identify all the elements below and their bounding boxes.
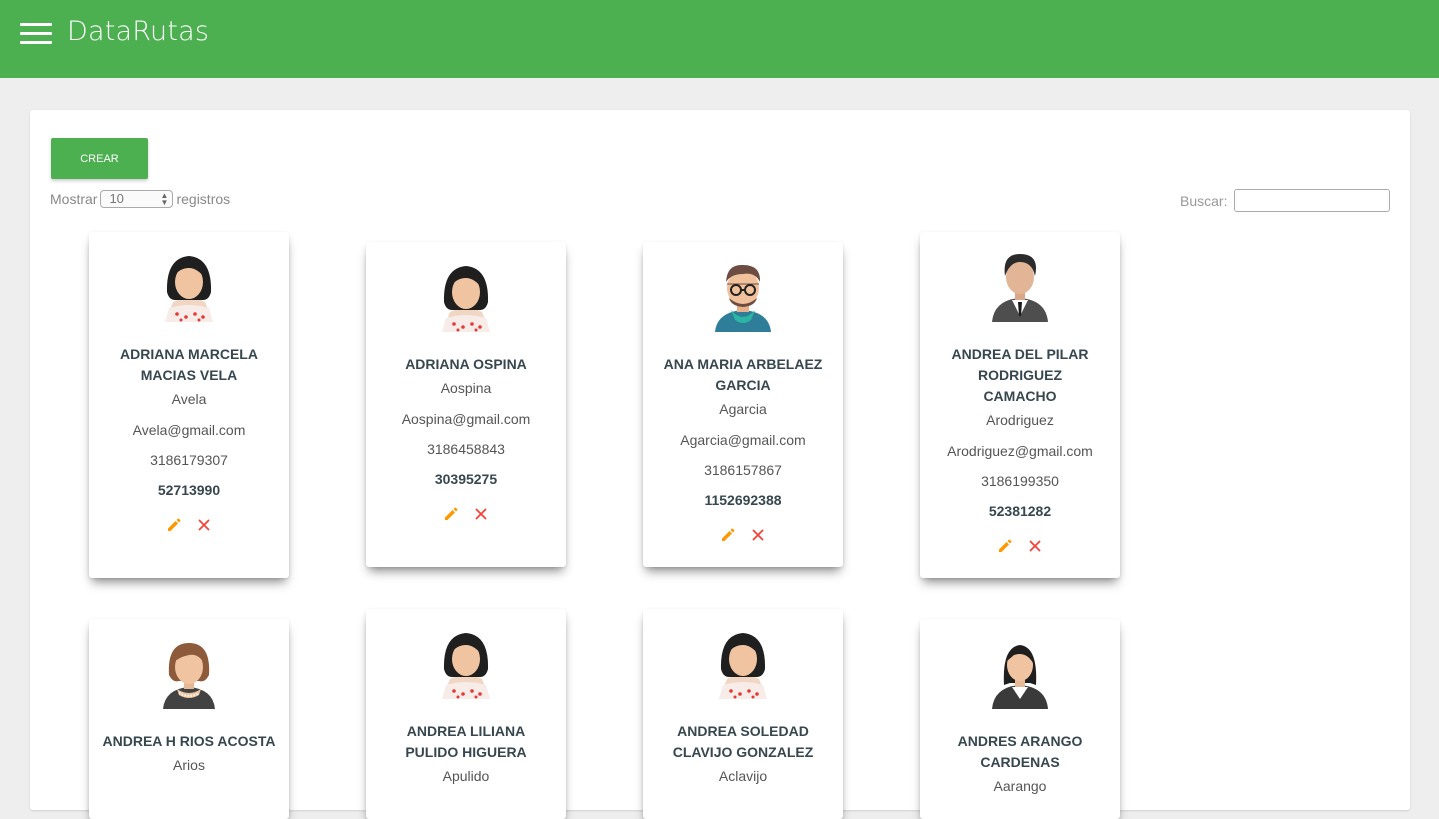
user-phone: 3186458843 [427,441,505,457]
delete-close-icon[interactable] [1027,538,1043,554]
delete-close-icon[interactable] [750,527,766,543]
woman-brown-hair-avatar-icon [153,637,225,709]
search-input[interactable] [1234,189,1391,212]
user-username: Aarango [993,778,1047,794]
page-length-control: Mostrar 10 ▲ ▼ registros [50,190,230,208]
user-card: ANDRES ARANGO CARDENAS Aarango [920,619,1120,819]
user-full-name: ANDREA DEL PILAR RODRIGUEZ CAMACHO [951,346,1089,404]
user-card: ANDREA H RIOS ACOSTA Arios [89,619,289,819]
user-email: Aospina@gmail.com [401,411,531,427]
spinner-arrows-icon: ▲ ▼ [160,191,169,207]
user-username: Avela [171,391,207,407]
user-card: ANDREA SOLEDAD CLAVIJO GONZALEZ Aclavijo [643,609,843,819]
user-full-name: ADRIANA MARCELA MACIAS VELA [120,346,258,383]
delete-close-icon[interactable] [196,517,212,533]
man-glasses-avatar-icon [707,260,779,332]
user-document-number: 52381282 [988,503,1052,519]
woman-avatar-icon [153,250,225,322]
search-label: Buscar: [1180,192,1228,209]
businesswoman-avatar-icon [984,637,1056,709]
user-card: ADRIANA MARCELA MACIAS VELA Avela Avela@… [89,232,289,578]
top-app-bar: DataRutas [0,0,1439,78]
woman-avatar-icon [430,260,502,332]
user-email: Arodriguez@gmail.com [947,443,1093,459]
user-card: ANA MARIA ARBELAEZ GARCIA Agarcia Agarci… [643,242,843,567]
user-full-name: ANDRES ARANGO CARDENAS [957,733,1083,770]
user-card: ANDREA DEL PILAR RODRIGUEZ CAMACHO Arodr… [920,232,1120,578]
user-card: ADRIANA OSPINA Aospina Aospina@gmail.com… [366,242,566,567]
user-phone: 3186157867 [704,462,782,478]
woman-avatar-icon [430,627,502,699]
user-full-name: ANA MARIA ARBELAEZ GARCIA [663,356,823,393]
edit-pencil-icon[interactable] [166,517,182,533]
length-prefix-label: Mostrar [50,191,98,207]
user-document-number: 52713990 [157,482,221,498]
edit-pencil-icon[interactable] [997,538,1013,554]
user-full-name: ANDREA H RIOS ACOSTA [102,733,276,749]
user-document-number: 1152692388 [704,492,782,508]
user-username: Aospina [440,380,492,396]
page-length-value: 10 [109,191,124,206]
user-username: Agarcia [719,401,767,417]
user-email: Avela@gmail.com [132,422,246,438]
create-button[interactable]: CREAR [51,138,148,179]
user-username: Arodriguez [986,412,1054,428]
search-control: Buscar: [1180,189,1391,212]
user-email: Agarcia@gmail.com [680,432,806,448]
page-length-select[interactable]: 10 ▲ ▼ [100,190,174,208]
delete-close-icon[interactable] [473,506,489,522]
user-phone: 3186179307 [150,452,228,468]
woman-avatar-icon [707,627,779,699]
businessman-avatar-icon [984,250,1056,322]
edit-pencil-icon[interactable] [720,527,736,543]
user-document-number: 30395275 [434,471,498,487]
app-title: DataRutas [67,16,210,47]
user-full-name: ANDREA SOLEDAD CLAVIJO GONZALEZ [672,723,814,760]
user-username: Apulido [442,768,490,784]
length-suffix-label: registros [176,191,231,207]
user-username: Arios [173,757,205,773]
user-full-name: ADRIANA OSPINA [405,356,527,372]
edit-pencil-icon[interactable] [443,506,459,522]
user-username: Aclavijo [718,768,768,784]
user-full-name: ANDREA LILIANA PULIDO HIGUERA [405,723,527,760]
menu-icon[interactable] [20,22,52,44]
user-phone: 3186199350 [981,473,1059,489]
user-card: ANDREA LILIANA PULIDO HIGUERA Apulido [366,609,566,819]
